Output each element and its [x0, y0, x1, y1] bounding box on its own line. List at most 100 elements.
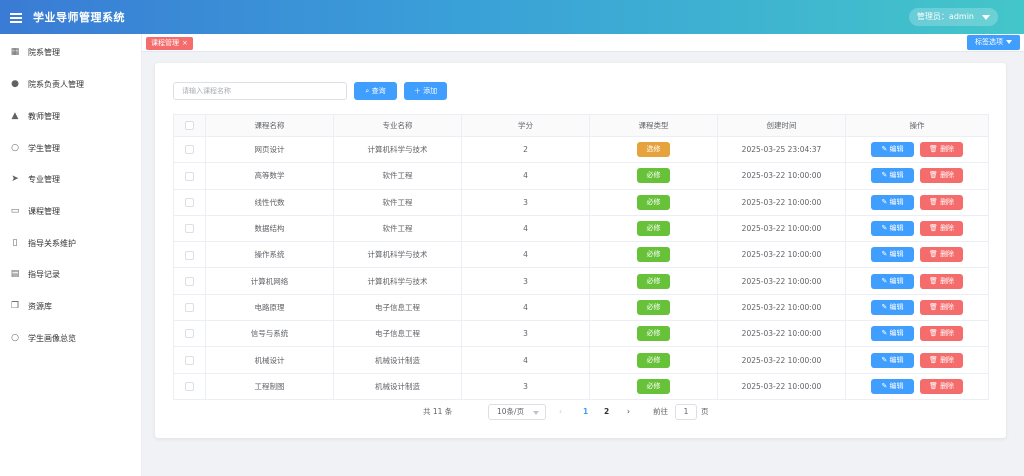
tags-bar: 课程管理 × 标签选项 [142, 34, 1024, 52]
delete-button[interactable]: 🗑 删除 [920, 221, 963, 237]
credit-cell: 4 [461, 241, 590, 269]
page-2-button[interactable]: 2 [604, 403, 609, 421]
table-row: 工程制图 机械设计制造 3 必修 2025-03-22 10:00:00 ✎ 编辑 🗑 删除 [173, 373, 989, 400]
user-outline-icon: ○ [11, 333, 19, 343]
delete-label: 删除 [940, 329, 955, 338]
delete-button[interactable]: 🗑 删除 [920, 299, 963, 315]
admin-dropdown[interactable]: 管理员：admin [908, 8, 998, 26]
query-button[interactable]: ⌕ 查询 [354, 82, 397, 100]
caret-down-icon [982, 15, 990, 20]
trash-icon: 🗑 [928, 355, 941, 364]
building-icon: ▦ [10, 47, 20, 57]
course-table: 课程名称 专业名称 学分 课程类型 创建时间 操作 网页设计 计算机科学与技术 2 选… [173, 114, 989, 400]
row-select-cell[interactable] [173, 346, 206, 374]
edit-button[interactable]: ✎ 编辑 [871, 168, 914, 184]
row-checkbox[interactable] [185, 224, 194, 234]
delete-button[interactable]: 🗑 删除 [920, 247, 963, 263]
credit-cell: 4 [461, 346, 590, 374]
delete-button[interactable]: 🗑 删除 [920, 168, 963, 184]
course-name-cell: 信号与系统 [205, 320, 334, 348]
delete-button[interactable]: 🗑 删除 [920, 142, 963, 158]
sidebar-item-label: 院系管理 [28, 47, 60, 57]
sidebar-item-label: 专业管理 [28, 174, 60, 184]
course-type-cell: 必修 [589, 215, 718, 243]
page-size-select[interactable]: 10条/页 [488, 404, 546, 420]
credit-cell: 2 [461, 136, 590, 164]
delete-button[interactable]: 🗑 删除 [920, 194, 963, 210]
row-checkbox[interactable] [185, 197, 194, 207]
row-checkbox[interactable] [185, 276, 194, 286]
row-checkbox[interactable] [185, 250, 194, 260]
row-select-cell[interactable] [173, 136, 206, 164]
table-header-row: 课程名称 专业名称 学分 课程类型 创建时间 操作 [173, 114, 989, 137]
edit-label: 编辑 [889, 171, 904, 180]
sidebar-item-teachers[interactable]: ▲ 教师管理 [0, 106, 142, 126]
row-select-cell[interactable] [173, 267, 206, 295]
sidebar-item-guidance-relations[interactable]: ▯ 指导关系维护 [0, 233, 142, 253]
sidebar-item-dept-heads[interactable]: ● 院系负责人管理 [0, 74, 142, 94]
row-checkbox[interactable] [185, 329, 194, 339]
delete-button[interactable]: 🗑 删除 [920, 326, 963, 342]
row-select-cell[interactable] [173, 241, 206, 269]
row-checkbox[interactable] [185, 145, 194, 155]
tag-options-button[interactable]: 标签选项 [967, 35, 1020, 50]
sidebar-item-student-profile[interactable]: ○ 学生画像总览 [0, 328, 142, 348]
edit-button[interactable]: ✎ 编辑 [871, 378, 914, 394]
sidebar-item-departments[interactable]: ▦ 院系管理 [0, 42, 142, 62]
sidebar-item-majors[interactable]: ➤ 专业管理 [0, 169, 142, 189]
edit-button[interactable]: ✎ 编辑 [871, 299, 914, 315]
row-select-cell[interactable] [173, 373, 206, 400]
top-header: 学业导师管理系统 管理员：admin [0, 0, 1024, 34]
select-all-checkbox[interactable] [185, 121, 194, 131]
row-checkbox[interactable] [185, 171, 194, 181]
prev-page-button[interactable]: ‹ [559, 403, 562, 421]
sidebar-item-courses[interactable]: ▭ 课程管理 [0, 201, 142, 221]
delete-button[interactable]: 🗑 删除 [920, 273, 963, 289]
row-checkbox[interactable] [185, 303, 194, 313]
row-checkbox[interactable] [185, 355, 194, 365]
row-select-cell[interactable] [173, 215, 206, 243]
edit-label: 编辑 [889, 302, 904, 311]
course-name-cell: 数据结构 [205, 215, 334, 243]
course-type-cell: 必修 [589, 267, 718, 295]
edit-button[interactable]: ✎ 编辑 [871, 142, 914, 158]
sidebar: ▦ 院系管理 ● 院系负责人管理 ▲ 教师管理 ○ 学生管理 ➤ 专业管理 ▭ … [0, 34, 142, 476]
sidebar-item-guidance-records[interactable]: ▤ 指导记录 [0, 264, 142, 284]
row-select-cell[interactable] [173, 189, 206, 216]
delete-label: 删除 [940, 381, 955, 390]
edit-button[interactable]: ✎ 编辑 [871, 247, 914, 263]
delete-button[interactable]: 🗑 删除 [920, 378, 963, 394]
column-header: 课程名称 [205, 114, 334, 137]
course-name-cell: 线性代数 [205, 189, 334, 216]
page-unit-label: 页 [701, 407, 709, 416]
credit-cell: 3 [461, 267, 590, 295]
edit-button[interactable]: ✎ 编辑 [871, 273, 914, 289]
page-1-button[interactable]: 1 [583, 403, 588, 421]
row-checkbox[interactable] [185, 382, 194, 392]
delete-button[interactable]: 🗑 删除 [920, 352, 963, 368]
course-search-input[interactable] [173, 82, 347, 100]
tab-course-management[interactable]: 课程管理 × [146, 37, 193, 50]
column-header: 学分 [461, 114, 590, 137]
menu-toggle-icon[interactable] [10, 12, 22, 23]
sidebar-item-resources[interactable]: ❐ 资源库 [0, 296, 142, 316]
edit-button[interactable]: ✎ 编辑 [871, 221, 914, 237]
edit-button[interactable]: ✎ 编辑 [871, 352, 914, 368]
goto-page-input[interactable]: 1 [675, 404, 697, 420]
sidebar-item-students[interactable]: ○ 学生管理 [0, 138, 142, 158]
major-name-cell: 计算机科学与技术 [333, 136, 462, 164]
close-icon[interactable]: × [182, 39, 188, 47]
row-select-cell[interactable] [173, 320, 206, 348]
row-select-cell[interactable] [173, 162, 206, 190]
next-page-button[interactable]: › [627, 403, 630, 421]
add-button[interactable]: ＋ 添加 [404, 82, 447, 100]
edit-label: 编辑 [889, 329, 904, 338]
row-select-cell[interactable] [173, 294, 206, 322]
edit-button[interactable]: ✎ 编辑 [871, 326, 914, 342]
edit-button[interactable]: ✎ 编辑 [871, 194, 914, 210]
edit-icon: ✎ [881, 276, 890, 285]
major-name-cell: 软件工程 [333, 162, 462, 190]
major-name-cell: 计算机科学与技术 [333, 241, 462, 269]
course-type-badge: 必修 [637, 273, 670, 289]
select-all-cell[interactable] [173, 114, 206, 137]
